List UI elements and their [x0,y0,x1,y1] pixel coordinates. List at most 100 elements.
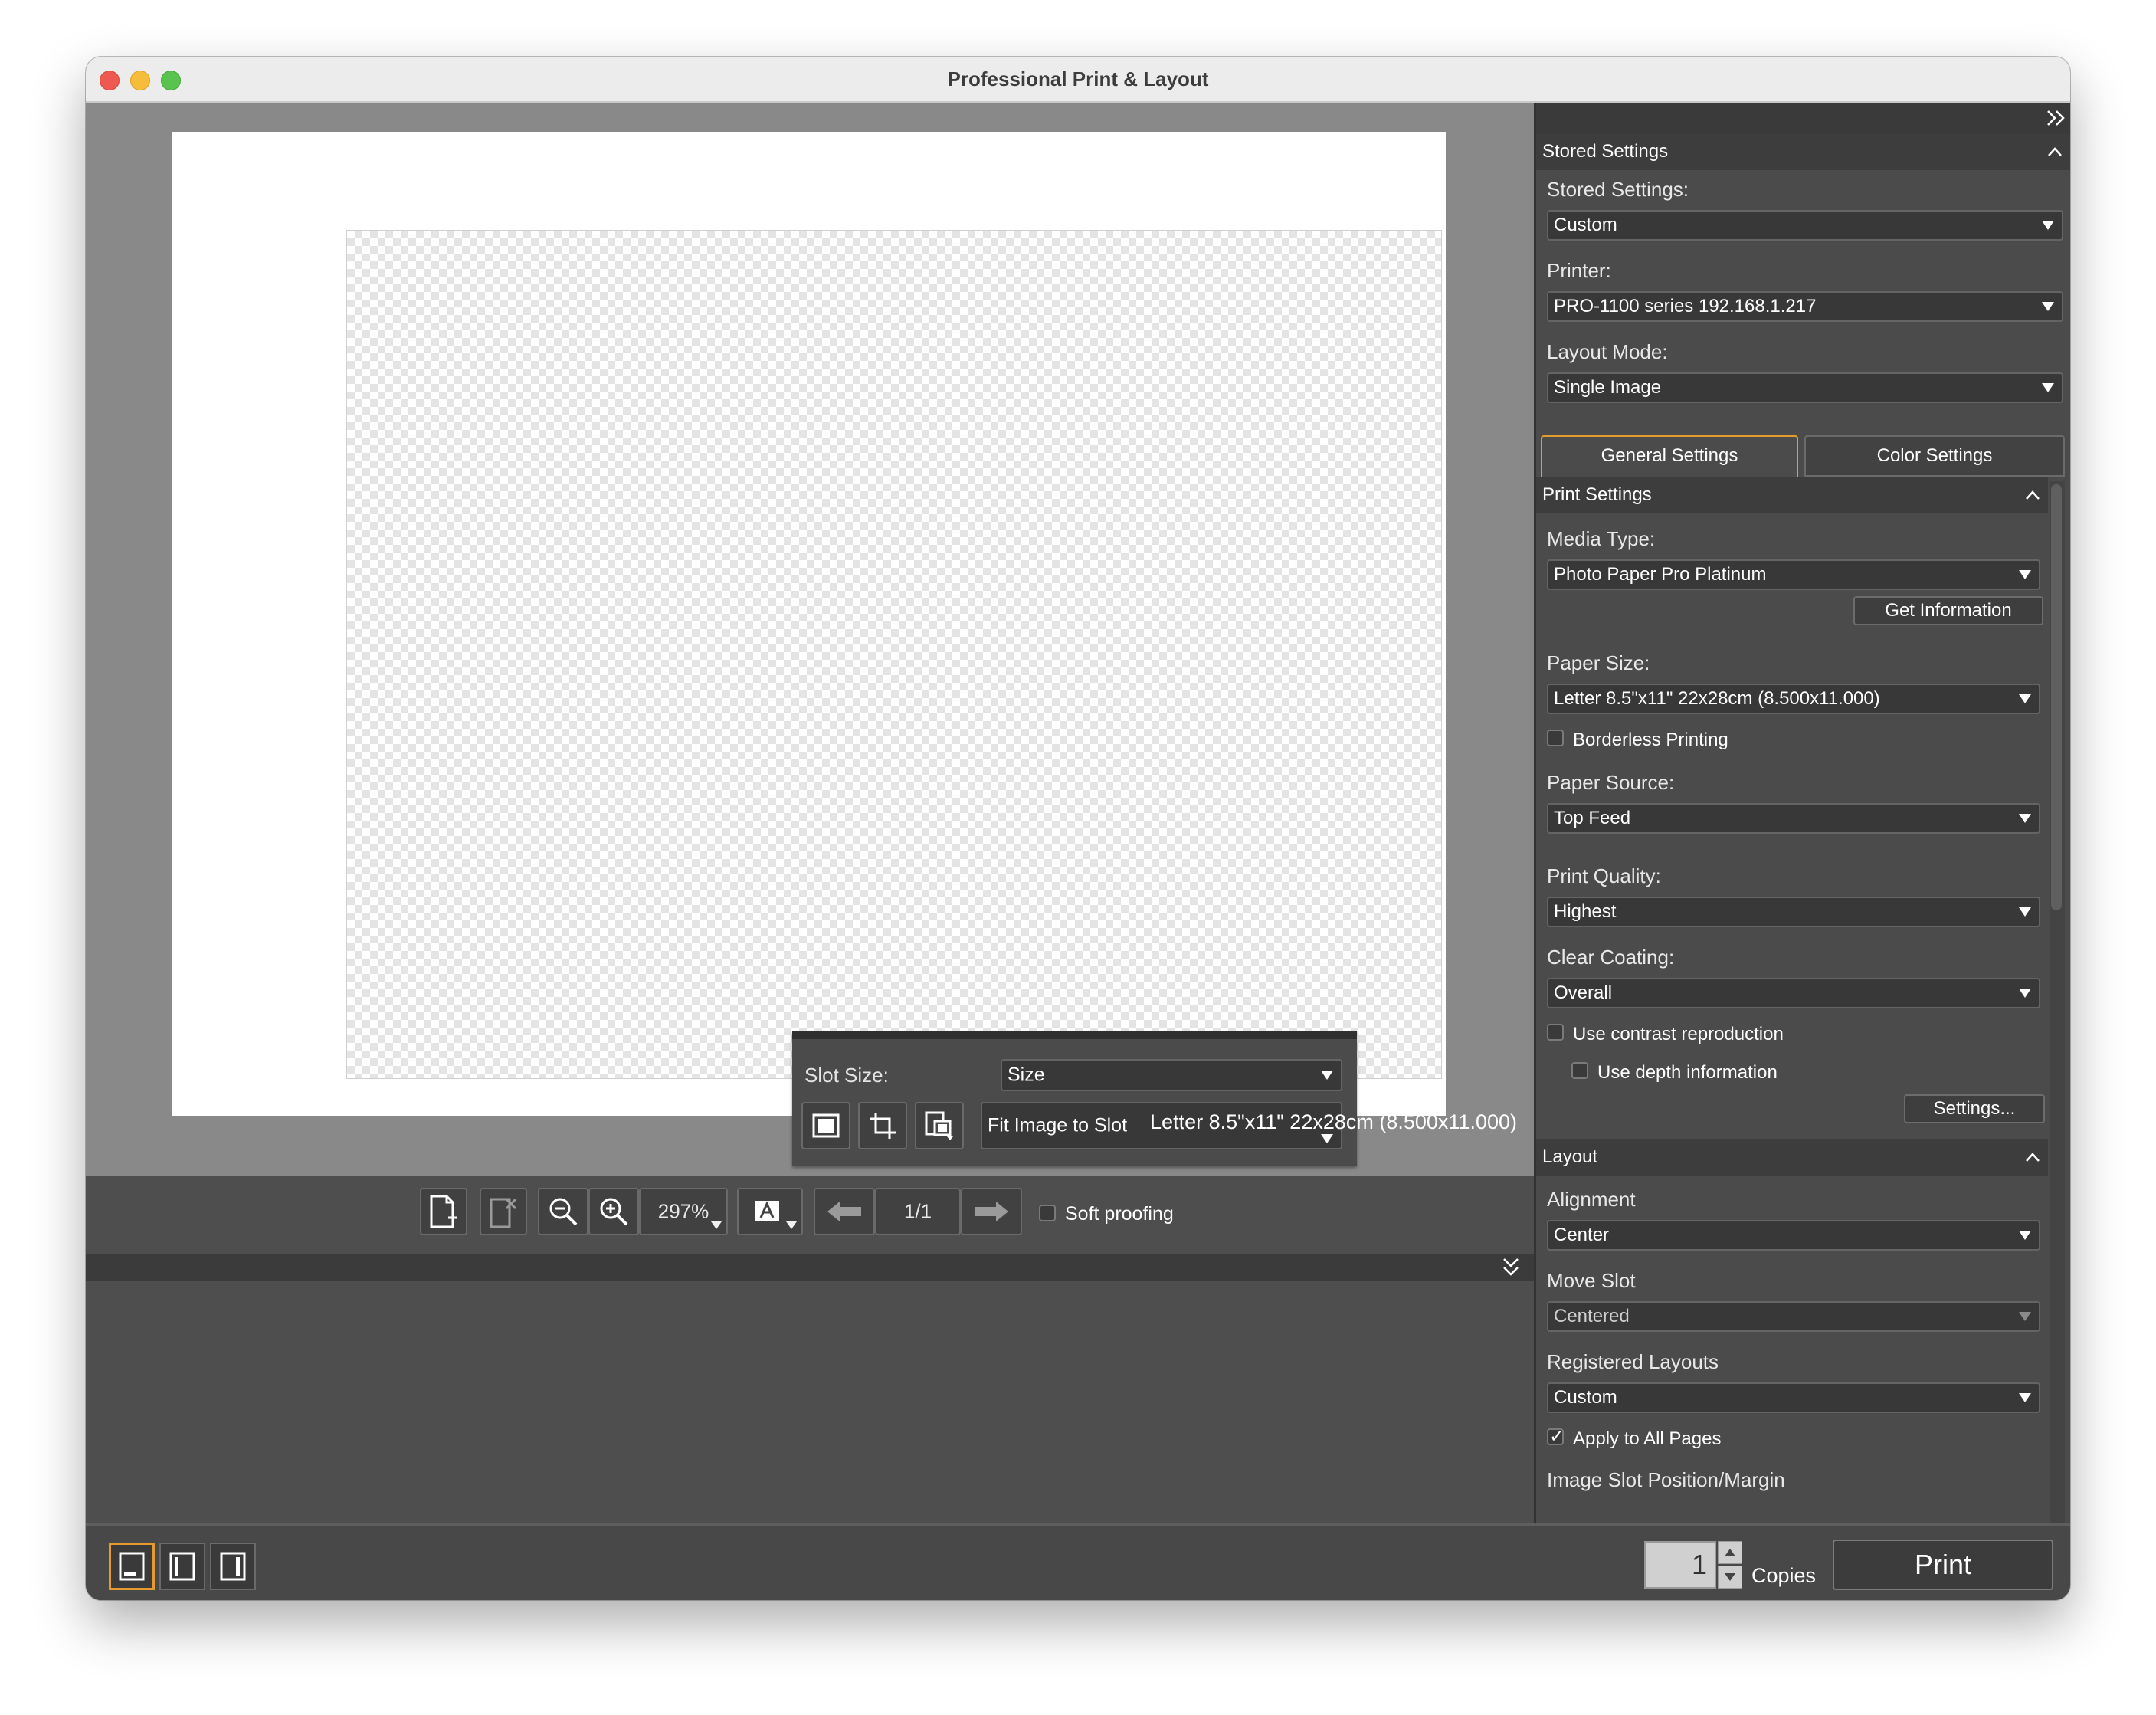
slot-size-dropdown[interactable]: Size [1001,1059,1342,1091]
print-quality-label: Print Quality: [1547,864,1661,887]
paper-source-value: Top Feed [1554,808,1631,828]
paper-source-dropdown[interactable]: Top Feed [1547,803,2040,834]
copies-input[interactable]: 1 [1644,1541,1716,1589]
fit-slot-button[interactable] [801,1102,850,1149]
decrement-icon[interactable] [1718,1566,1742,1589]
expand-icon[interactable] [1502,1257,1520,1278]
print-quality-dropdown[interactable]: Highest [1547,897,2040,927]
soft-proofing-checkbox[interactable] [1039,1205,1056,1221]
move-slot-value: Centered [1554,1306,1630,1326]
stored-settings-title: Stored Settings [1542,141,1669,162]
settings-button[interactable]: Settings... [1904,1094,2045,1123]
chevron-down-icon [2042,221,2054,230]
move-slot-label: Move Slot [1547,1269,1636,1292]
copies-stepper[interactable] [1718,1541,1742,1589]
layout-header[interactable]: Layout [1536,1139,2048,1176]
fit-mode-value: Fit Image to Slot [988,1114,1128,1136]
preview-canvas: Slot Size: Size Fit Image to Slot Letter… [86,103,1534,1176]
tab-general-settings[interactable]: General Settings [1541,435,1798,477]
print-settings-title: Print Settings [1542,484,1652,505]
panel-top-bar [1536,103,2070,133]
arrow-left-icon [827,1202,861,1221]
increment-icon[interactable] [1718,1541,1742,1564]
chevron-down-icon [2019,1393,2031,1402]
image-slot-position-label: Image Slot Position/Margin [1547,1468,1785,1491]
chevron-down-icon [2019,570,2031,579]
chevron-down-icon [786,1221,797,1229]
paper-size-dropdown[interactable]: Letter 8.5"x11" 22x28cm (8.500x11.000) [1547,684,2040,714]
contrast-checkbox[interactable] [1547,1024,1564,1041]
paper-sheet [172,132,1446,1116]
stored-settings-dropdown[interactable]: Custom [1547,210,2063,241]
add-page-button[interactable] [420,1188,467,1235]
copies-label: Copies [1751,1564,1817,1587]
zoom-in-button[interactable] [588,1188,639,1235]
chevron-down-icon [711,1221,722,1229]
slot-size-value: Size [1008,1064,1045,1086]
chevron-down-icon [1321,1134,1333,1143]
depth-checkbox[interactable] [1571,1062,1588,1079]
arrow-right-icon [975,1202,1008,1221]
alignment-dropdown[interactable]: Center [1547,1220,2040,1251]
window-title: Professional Print & Layout [947,67,1209,90]
print-settings-header[interactable]: Print Settings [1536,477,2048,513]
media-type-dropdown[interactable]: Photo Paper Pro Platinum [1547,559,2040,590]
text-overlay-button[interactable] [737,1188,803,1235]
title-bar: Professional Print & Layout [86,57,2070,103]
apply-all-pages-label: Apply to All Pages [1573,1428,1722,1449]
alignment-value: Center [1554,1225,1610,1245]
chevron-down-icon [2019,1312,2031,1321]
settings-scroll-thumb[interactable] [2051,484,2062,910]
side-view-button[interactable] [210,1543,256,1590]
slot-size-label: Slot Size: [804,1064,889,1087]
printer-dropdown[interactable]: PRO-1100 series 192.168.1.217 [1547,291,2063,322]
chevron-down-icon [2019,989,2031,998]
chevron-down-icon [2042,383,2054,392]
fit-icon [812,1113,840,1138]
get-information-button[interactable]: Get Information [1853,596,2043,625]
chevron-up-icon [2026,490,2040,500]
chevron-down-icon [2019,907,2031,917]
collapse-icon[interactable] [2046,109,2067,127]
media-type-label: Media Type: [1547,527,1656,550]
image-slot[interactable] [346,230,1442,1079]
chevron-down-icon [2019,694,2031,703]
chevron-down-icon [2019,814,2031,823]
paper-size-label: Paper Size: [1547,651,1650,674]
zoom-out-icon [549,1198,578,1226]
zoom-level-dropdown[interactable]: 297% [639,1188,728,1235]
apply-all-pages-checkbox[interactable] [1547,1425,1565,1448]
paper-source-label: Paper Source: [1547,771,1675,794]
next-page-button[interactable] [961,1188,1022,1235]
single-view-button[interactable] [109,1543,155,1590]
double-view-icon [169,1552,195,1581]
registered-layouts-dropdown[interactable]: Custom [1547,1382,2040,1413]
stored-settings-header[interactable]: Stored Settings [1536,133,2070,170]
registered-layouts-value: Custom [1554,1387,1617,1408]
clear-coating-dropdown[interactable]: Overall [1547,978,2040,1008]
tab-color-settings[interactable]: Color Settings [1804,435,2065,477]
previous-page-button[interactable] [814,1188,875,1235]
single-view-icon [119,1552,145,1581]
remove-page-button[interactable] [480,1188,527,1235]
clear-coating-label: Clear Coating: [1547,946,1675,969]
borderless-checkbox[interactable] [1547,730,1564,746]
layout-mode-value: Single Image [1554,377,1662,398]
chevron-up-icon [2048,147,2062,156]
contrast-label: Use contrast reproduction [1573,1024,1784,1044]
add-page-icon [430,1195,457,1228]
borderless-label: Borderless Printing [1573,730,1728,750]
double-view-button[interactable] [159,1543,205,1590]
layout-mode-dropdown[interactable]: Single Image [1547,372,2063,403]
paper-size-value: Letter 8.5"x11" 22x28cm (8.500x11.000) [1554,688,1880,709]
crop-button[interactable] [858,1102,907,1149]
chevron-down-icon [2019,1231,2031,1240]
print-quality-value: Highest [1554,901,1617,922]
rotate-button[interactable] [915,1102,964,1149]
chevron-down-icon [2042,302,2054,311]
page-indicator[interactable]: 1/1 [875,1188,961,1235]
move-slot-dropdown[interactable]: Centered [1547,1301,2040,1332]
print-button[interactable]: Print [1833,1540,2053,1590]
stored-settings-label: Stored Settings: [1547,178,1689,201]
zoom-out-button[interactable] [538,1188,588,1235]
